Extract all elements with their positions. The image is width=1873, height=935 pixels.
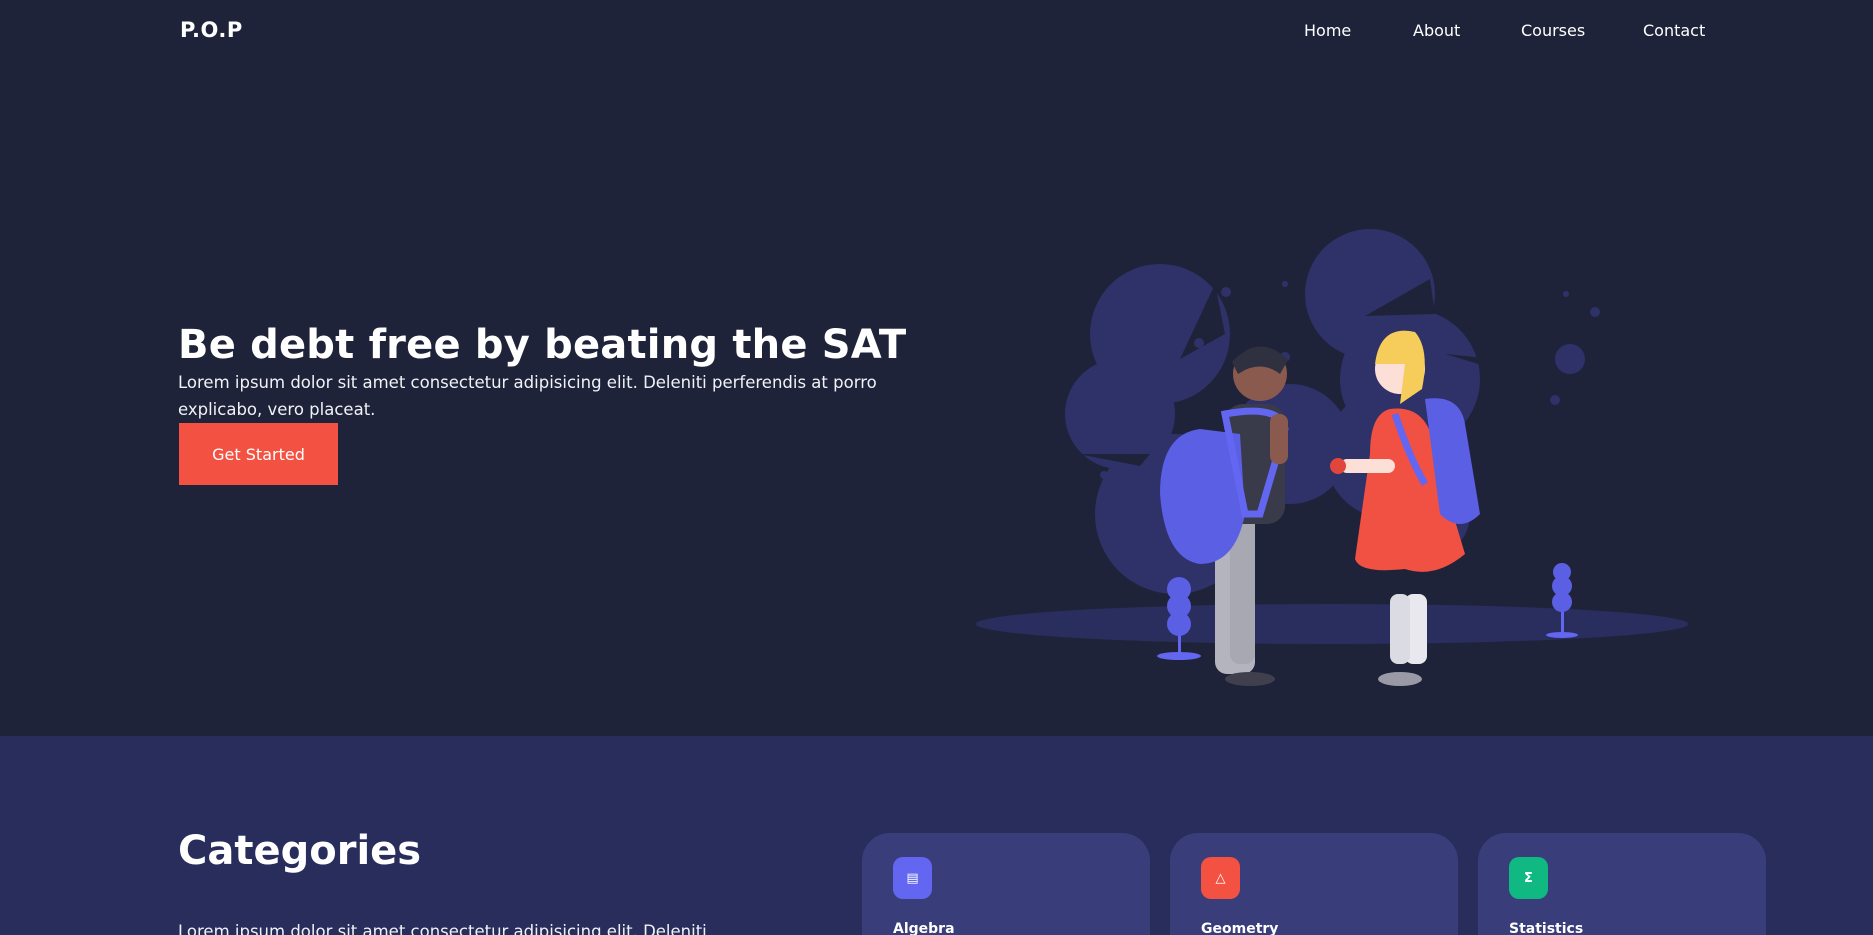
top-navbar: P.O.P Home About Courses Contact [0, 0, 1873, 64]
nav-link-contact[interactable]: Contact [1643, 21, 1705, 40]
category-card-statistics[interactable]: Σ Statistics [1478, 833, 1766, 935]
category-name: Algebra [893, 921, 955, 935]
get-started-button[interactable]: Get Started [179, 423, 338, 485]
triangle-icon: △ [1201, 857, 1240, 899]
hero-section: Be debt free by beating the SAT Lorem ip… [0, 64, 1873, 736]
hero-title: Be debt free by beating the SAT [178, 322, 907, 368]
categories-title: Categories [178, 828, 422, 874]
nav-link-about[interactable]: About [1413, 21, 1460, 40]
category-name: Statistics [1509, 921, 1584, 935]
category-card-geometry[interactable]: △ Geometry [1170, 833, 1458, 935]
categories-section: Categories Lorem ipsum dolor sit amet co… [0, 736, 1873, 935]
hero-description: Lorem ipsum dolor sit amet consectetur a… [178, 373, 877, 419]
calculator-icon: ▤ [893, 857, 932, 899]
nav-link-home[interactable]: Home [1304, 21, 1351, 40]
nav-link-courses[interactable]: Courses [1521, 21, 1585, 40]
categories-description: Lorem ipsum dolor sit amet consectetur a… [178, 922, 707, 935]
nav-links: Home About Courses Contact [0, 21, 1873, 45]
students-illustration [976, 229, 1688, 686]
category-card-algebra[interactable]: ▤ Algebra [862, 833, 1150, 935]
category-name: Geometry [1201, 921, 1279, 935]
sigma-icon: Σ [1509, 857, 1548, 899]
